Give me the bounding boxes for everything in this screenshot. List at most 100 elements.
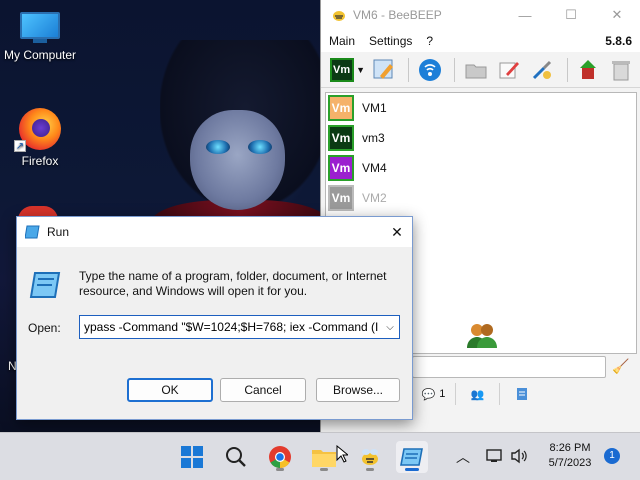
- home-arrow-icon: [580, 59, 597, 79]
- wallpaper-character-left-eye: [206, 140, 230, 154]
- edit-profile-button[interactable]: [369, 56, 398, 84]
- user-item-vm3[interactable]: Vm vm3: [326, 123, 636, 153]
- user-name: VM4: [362, 161, 387, 175]
- user-avatar: Vm: [328, 185, 354, 211]
- search-button[interactable]: [220, 441, 252, 473]
- shortcut-arrow-icon: ↗: [14, 140, 26, 152]
- beebeep-bottom-bar: 💬 1 👥: [412, 382, 544, 406]
- users-group-icon: [467, 324, 497, 348]
- version-label: 5.8.6: [605, 34, 632, 48]
- chrome-icon: [269, 446, 291, 468]
- mouse-cursor-icon: [336, 445, 348, 463]
- beebeep-menubar: Main Settings ? 5.8.6: [321, 30, 640, 52]
- log-button[interactable]: [500, 383, 544, 405]
- windows-start-icon: [181, 446, 203, 468]
- user-item-vm4[interactable]: Vm VM4: [326, 153, 636, 183]
- desktop-icon-label: My Computer: [3, 48, 77, 62]
- chevron-down-icon[interactable]: ⌵: [381, 316, 399, 338]
- status-button[interactable]: Vm: [327, 56, 356, 84]
- message-input[interactable]: [412, 356, 606, 378]
- groups-button[interactable]: 👥: [456, 383, 500, 405]
- network-icon[interactable]: [486, 447, 504, 465]
- running-indicator: [320, 468, 328, 471]
- trash-button[interactable]: [607, 56, 636, 84]
- user-avatar: Vm: [328, 95, 354, 121]
- chat-count-button[interactable]: 💬 1: [412, 383, 456, 405]
- edit-profile-icon: [373, 59, 393, 79]
- running-indicator: [276, 468, 284, 471]
- folder-icon: [312, 450, 336, 467]
- run-icon: [29, 272, 61, 298]
- menu-main[interactable]: Main: [329, 34, 355, 48]
- open-combobox[interactable]: ⌵: [79, 315, 400, 339]
- vm-avatar-icon: Vm: [329, 57, 354, 82]
- trash-icon: [612, 60, 631, 80]
- notes-icon: [517, 388, 527, 400]
- cancel-button[interactable]: Cancel: [220, 378, 306, 402]
- menu-settings[interactable]: Settings: [369, 34, 412, 48]
- run-description: Type the name of a program, folder, docu…: [79, 269, 387, 298]
- user-name: vm3: [362, 131, 385, 145]
- taskbar-run[interactable]: [396, 441, 428, 473]
- ok-button[interactable]: OK: [127, 378, 213, 402]
- beebeep-titlebar[interactable]: VM6 - BeeBEEP — ☐ ✕: [321, 0, 640, 30]
- tools-button[interactable]: [528, 56, 557, 84]
- desktop-icon-label: Firefox: [21, 154, 59, 168]
- speaker-icon[interactable]: [510, 447, 528, 465]
- menu-help[interactable]: ?: [426, 34, 433, 48]
- folder-icon: [465, 64, 487, 78]
- taskbar-clock[interactable]: 8:26 PM 5/7/2023: [540, 441, 600, 471]
- chat-bubbles-icon: 💬: [421, 388, 436, 401]
- clock-date: 5/7/2023: [548, 457, 592, 469]
- user-name: VM2: [362, 191, 387, 205]
- home-button[interactable]: [574, 56, 603, 84]
- tools-icon: [533, 60, 552, 79]
- user-item-vm1[interactable]: Vm VM1: [326, 93, 636, 123]
- beebeep-title: VM6 - BeeBEEP: [353, 8, 442, 22]
- network-button[interactable]: [415, 56, 444, 84]
- active-indicator: [405, 468, 419, 471]
- close-button[interactable]: ✕: [594, 0, 640, 30]
- open-label: Open:: [28, 321, 61, 335]
- bee-app-icon: [333, 11, 345, 21]
- start-button[interactable]: [176, 441, 208, 473]
- broom-clear-icon[interactable]: 🧹: [612, 358, 629, 375]
- taskbar-beebeep[interactable]: [354, 441, 386, 473]
- maximize-button[interactable]: ☐: [548, 0, 594, 30]
- run-close-button[interactable]: ✕: [382, 217, 412, 247]
- network-icon: [418, 58, 441, 81]
- monitor-icon: [20, 12, 60, 44]
- user-avatar: Vm: [328, 155, 354, 181]
- clock-time: 8:26 PM: [549, 442, 591, 454]
- chevron-up-icon[interactable]: ︿: [456, 447, 470, 467]
- group-icon: 👥: [470, 388, 485, 401]
- desktop-icon-my-computer[interactable]: My Computer: [0, 12, 80, 62]
- write-message-button[interactable]: [494, 56, 523, 84]
- user-name: VM1: [362, 101, 387, 115]
- notification-badge[interactable]: 1: [604, 448, 620, 464]
- toolbar-separator: [408, 57, 410, 82]
- run-app-icon: [25, 225, 40, 239]
- run-dialog: Run ✕ Type the name of a program, folder…: [16, 216, 413, 420]
- search-icon: [226, 447, 246, 467]
- user-avatar: Vm: [328, 125, 354, 151]
- user-item-vm2[interactable]: Vm VM2: [326, 183, 636, 213]
- desktop-icon-firefox[interactable]: ↗ Firefox: [0, 108, 80, 168]
- pencil-note-icon: [499, 61, 519, 78]
- minimize-button[interactable]: —: [502, 0, 548, 30]
- wallpaper-character-right-eye: [248, 140, 272, 154]
- beebeep-toolbar: Vm ▼: [321, 52, 640, 88]
- running-indicator: [366, 468, 374, 471]
- run-icon: [400, 448, 423, 466]
- run-title: Run: [47, 225, 70, 239]
- browse-button[interactable]: Browse...: [316, 378, 400, 402]
- bee-icon: [362, 449, 378, 465]
- taskbar-chrome[interactable]: [264, 441, 296, 473]
- toolbar-separator: [454, 57, 456, 82]
- status-dropdown-icon[interactable]: ▼: [356, 65, 365, 75]
- wallpaper-character-face: [190, 110, 285, 210]
- folder-share-button[interactable]: [461, 56, 490, 84]
- open-input[interactable]: [80, 320, 381, 334]
- toolbar-separator: [566, 57, 568, 82]
- run-titlebar[interactable]: Run ✕: [17, 217, 412, 247]
